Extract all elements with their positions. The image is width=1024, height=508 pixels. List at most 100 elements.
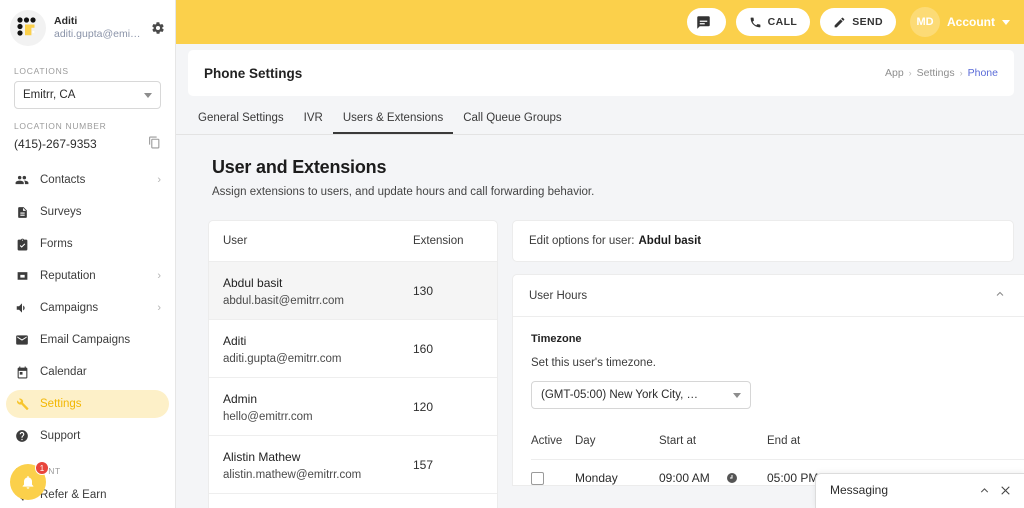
user-name: Alistin Mathew — [223, 450, 301, 464]
sidebar-item-forms[interactable]: Forms — [6, 230, 169, 258]
reputation-icon — [14, 270, 30, 283]
user-name: Abdul basit — [223, 276, 283, 290]
notification-badge: 1 — [35, 461, 49, 475]
email-icon — [14, 333, 30, 347]
sidebar-item-label: Surveys — [40, 206, 82, 218]
top-bar: CALL SEND MD Account — [176, 0, 1024, 44]
start-time-value: 09:00 AM — [659, 471, 710, 485]
edit-options-user: Abdul basit — [638, 235, 702, 247]
user-email: alistin.mathew@emitrr.com — [223, 469, 362, 481]
chevron-down-icon — [733, 392, 741, 398]
tab-general-settings[interactable]: General Settings — [188, 106, 294, 134]
user-email: aditi.gupta@emitrr.com — [223, 353, 342, 365]
chevron-up-icon[interactable] — [994, 288, 1006, 303]
sidebar-item-support[interactable]: Support — [6, 422, 169, 450]
copy-icon[interactable] — [148, 136, 161, 154]
tab-users-extensions[interactable]: Users & Extensions — [332, 106, 454, 134]
timezone-select-value: (GMT-05:00) New York City, … — [541, 389, 698, 401]
column-start-at: Start at — [659, 435, 697, 447]
avatar: MD — [910, 7, 940, 37]
location-number-value: (415)-267-9353 — [14, 137, 97, 151]
locations-label: LOCATIONS — [14, 66, 69, 76]
breadcrumb-separator: › — [908, 68, 912, 78]
table-row[interactable]: Alistin Mathew alistin.mathew@emitrr.com… — [209, 436, 497, 494]
profile-email: aditi.gupta@emitrr.c... — [54, 28, 141, 40]
sidebar-item-label: Settings — [40, 398, 82, 410]
profile-block[interactable]: Aditi aditi.gupta@emitrr.c... — [0, 0, 175, 54]
messaging-widget-header: Messaging — [816, 474, 1024, 508]
sidebar-item-contacts[interactable]: Contacts › — [6, 166, 169, 194]
sidebar-item-surveys[interactable]: Surveys — [6, 198, 169, 226]
calendar-icon — [14, 366, 30, 379]
forms-icon — [14, 238, 30, 251]
active-checkbox[interactable] — [531, 471, 575, 485]
help-icon — [14, 429, 30, 443]
sidebar-item-calendar[interactable]: Calendar — [6, 358, 169, 386]
sidebar-item-label: Campaigns — [40, 302, 99, 314]
contacts-icon — [14, 173, 30, 187]
chevron-right-icon: › — [157, 302, 161, 314]
close-icon[interactable] — [999, 484, 1012, 497]
sidebar-item-label: Forms — [40, 238, 73, 250]
user-extension: 160 — [413, 341, 434, 356]
sidebar-item-label: Contacts — [40, 174, 86, 186]
clock-icon — [726, 473, 737, 483]
user-hours-title: User Hours — [529, 289, 588, 302]
timezone-select[interactable]: (GMT-05:00) New York City, … — [531, 381, 751, 409]
call-button-label: CALL — [767, 16, 798, 28]
user-email: abdul.basit@emitrr.com — [223, 295, 344, 307]
user-extension: 157 — [413, 457, 434, 472]
chat-button[interactable] — [686, 8, 726, 36]
messaging-widget-title: Messaging — [830, 483, 889, 497]
start-time-field[interactable]: 09:00 AM — [659, 471, 767, 485]
sidebar-item-label: Email Campaigns — [40, 334, 131, 346]
phone-icon — [750, 17, 760, 27]
breadcrumb-item-settings[interactable]: Settings — [917, 67, 955, 79]
breadcrumb-item-app[interactable]: App — [885, 67, 904, 79]
chevron-right-icon: › — [157, 270, 161, 282]
sidebar-item-campaigns[interactable]: Campaigns › — [6, 294, 169, 322]
table-row[interactable]: Anmol Ohare 105 — [209, 494, 497, 508]
user-hours-header[interactable]: User Hours — [513, 275, 1024, 317]
location-select[interactable]: Emitrr, CA — [14, 81, 161, 109]
edit-panel: Edit options for user: Abdul basit User … — [512, 220, 1024, 508]
main-area: CALL SEND MD Account Phone Settings App … — [176, 0, 1024, 508]
table-row[interactable]: Abdul basit abdul.basit@emitrr.com 130 — [209, 262, 497, 320]
campaigns-icon — [14, 301, 30, 315]
column-day: Day — [575, 435, 596, 447]
app-logo — [10, 10, 46, 46]
content-area: User Extension Abdul basit abdul.basit@e… — [176, 198, 1024, 508]
edit-options-prefix: Edit options for user: — [529, 235, 635, 247]
call-button[interactable]: CALL — [735, 8, 811, 36]
send-button[interactable]: SEND — [820, 8, 896, 36]
survey-icon — [14, 206, 30, 219]
column-active: Active — [531, 435, 563, 447]
location-number-label: LOCATION NUMBER — [14, 121, 107, 131]
user-extension: 130 — [413, 283, 434, 298]
edit-options-header: Edit options for user: Abdul basit — [512, 220, 1014, 262]
account-menu[interactable]: MD Account — [910, 7, 1010, 37]
breadcrumb-separator: › — [959, 68, 963, 78]
breadcrumb-item-phone[interactable]: Phone — [968, 67, 998, 79]
user-table-header: User Extension — [209, 221, 497, 262]
sidebar-item-email-campaigns[interactable]: Email Campaigns — [6, 326, 169, 354]
gear-icon[interactable] — [149, 21, 167, 35]
column-extension: Extension — [413, 235, 464, 247]
tab-ivr[interactable]: IVR — [294, 106, 333, 134]
location-select-value: Emitrr, CA — [23, 89, 76, 101]
chevron-up-icon[interactable] — [978, 484, 991, 497]
notifications-button[interactable]: 1 — [10, 461, 49, 500]
sidebar-nav: Contacts › Surveys Forms Reputation › Ca… — [0, 166, 175, 450]
user-hours-card: User Hours Timezone Set this user's time… — [512, 274, 1024, 486]
tab-call-queue-groups[interactable]: Call Queue Groups — [453, 106, 571, 134]
hours-table-header: Active Day Start at End at — [531, 435, 1024, 460]
page-title: Phone Settings — [204, 65, 303, 81]
end-time-value: 05:00 PM — [767, 471, 819, 485]
table-row[interactable]: Admin hello@emitrr.com 120 — [209, 378, 497, 436]
sidebar-item-settings[interactable]: Settings — [6, 390, 169, 418]
profile-name: Aditi — [54, 14, 78, 27]
chevron-down-icon — [1002, 19, 1010, 25]
breadcrumb: App › Settings › Phone — [885, 67, 998, 79]
table-row[interactable]: Aditi aditi.gupta@emitrr.com 160 — [209, 320, 497, 378]
sidebar-item-reputation[interactable]: Reputation › — [6, 262, 169, 290]
